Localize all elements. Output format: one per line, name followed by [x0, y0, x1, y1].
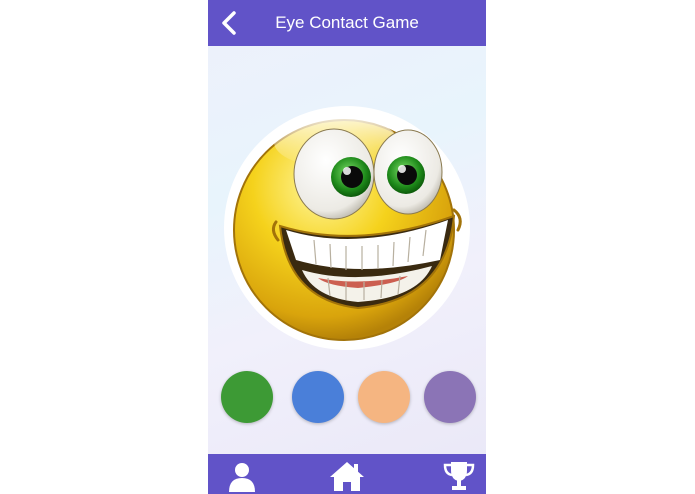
emoji-face-image [218, 100, 476, 350]
home-button[interactable] [329, 460, 364, 492]
profile-button[interactable] [225, 460, 259, 492]
page-title: Eye Contact Game [275, 13, 419, 32]
trophy-icon [443, 462, 475, 490]
top-bar: Eye Contact Game [208, 0, 486, 46]
app-screen: Eye Contact Game [208, 0, 486, 494]
trophy-button[interactable] [442, 460, 476, 492]
color-option-peach[interactable] [358, 371, 410, 423]
color-option-green[interactable] [221, 371, 273, 423]
back-button[interactable] [214, 8, 246, 40]
back-chevron-icon [222, 11, 236, 35]
bottom-nav-bar [208, 454, 486, 494]
color-option-purple[interactable] [424, 371, 476, 423]
home-icon [330, 462, 364, 491]
color-option-blue[interactable] [292, 371, 344, 423]
person-icon [229, 463, 255, 492]
